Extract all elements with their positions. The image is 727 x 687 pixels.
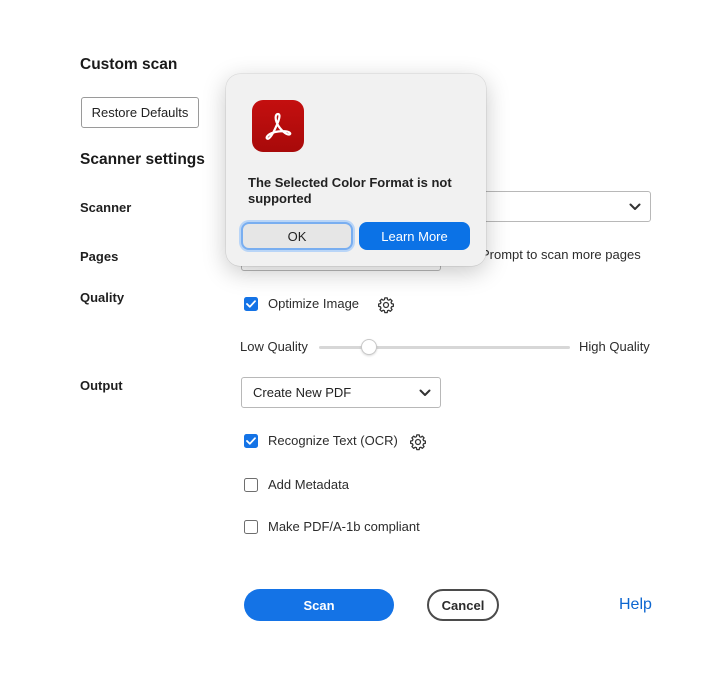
scanner-label: Scanner xyxy=(80,200,132,215)
section-title: Scanner settings xyxy=(80,151,205,168)
pdfa-label: Make PDF/A-1b compliant xyxy=(268,519,420,534)
ocr-checkbox[interactable] xyxy=(244,434,258,448)
chevron-down-icon xyxy=(629,203,641,210)
help-link[interactable]: Help xyxy=(619,596,652,614)
pdfa-checkbox[interactable] xyxy=(244,520,258,534)
high-quality-label: High Quality xyxy=(579,339,650,354)
prompt-more-pages-label: Prompt to scan more pages xyxy=(481,247,641,262)
gear-icon[interactable] xyxy=(409,433,427,451)
add-metadata-checkbox[interactable] xyxy=(244,478,258,492)
dialog-ok-button[interactable]: OK xyxy=(241,222,353,250)
acrobat-icon xyxy=(252,100,304,152)
gear-icon[interactable] xyxy=(377,296,395,314)
low-quality-label: Low Quality xyxy=(240,339,308,354)
acrobat-logo-shape xyxy=(265,112,292,140)
dialog-message: The Selected Color Format is not support… xyxy=(248,175,452,206)
checkmark-icon xyxy=(246,300,256,308)
output-select-value: Create New PDF xyxy=(253,385,352,400)
scan-button[interactable]: Scan xyxy=(244,589,394,621)
learn-more-button[interactable]: Learn More xyxy=(359,222,470,250)
checkmark-icon xyxy=(246,437,256,445)
pages-label: Pages xyxy=(80,249,119,264)
quality-label: Quality xyxy=(80,290,125,305)
add-metadata-label: Add Metadata xyxy=(268,477,349,492)
alert-dialog: The Selected Color Format is not support… xyxy=(226,74,486,266)
restore-defaults-button[interactable]: Restore Defaults xyxy=(81,97,199,128)
optimize-image-checkbox[interactable] xyxy=(244,297,258,311)
cancel-button[interactable]: Cancel xyxy=(427,589,499,621)
quality-slider-track[interactable] xyxy=(319,346,570,349)
output-label: Output xyxy=(80,378,123,393)
quality-slider-thumb[interactable] xyxy=(361,339,378,355)
output-select[interactable]: Create New PDF xyxy=(241,377,441,408)
chevron-down-icon xyxy=(419,389,431,396)
ocr-label: Recognize Text (OCR) xyxy=(268,433,398,448)
optimize-image-label: Optimize Image xyxy=(268,296,360,311)
page-title: Custom scan xyxy=(80,56,178,73)
